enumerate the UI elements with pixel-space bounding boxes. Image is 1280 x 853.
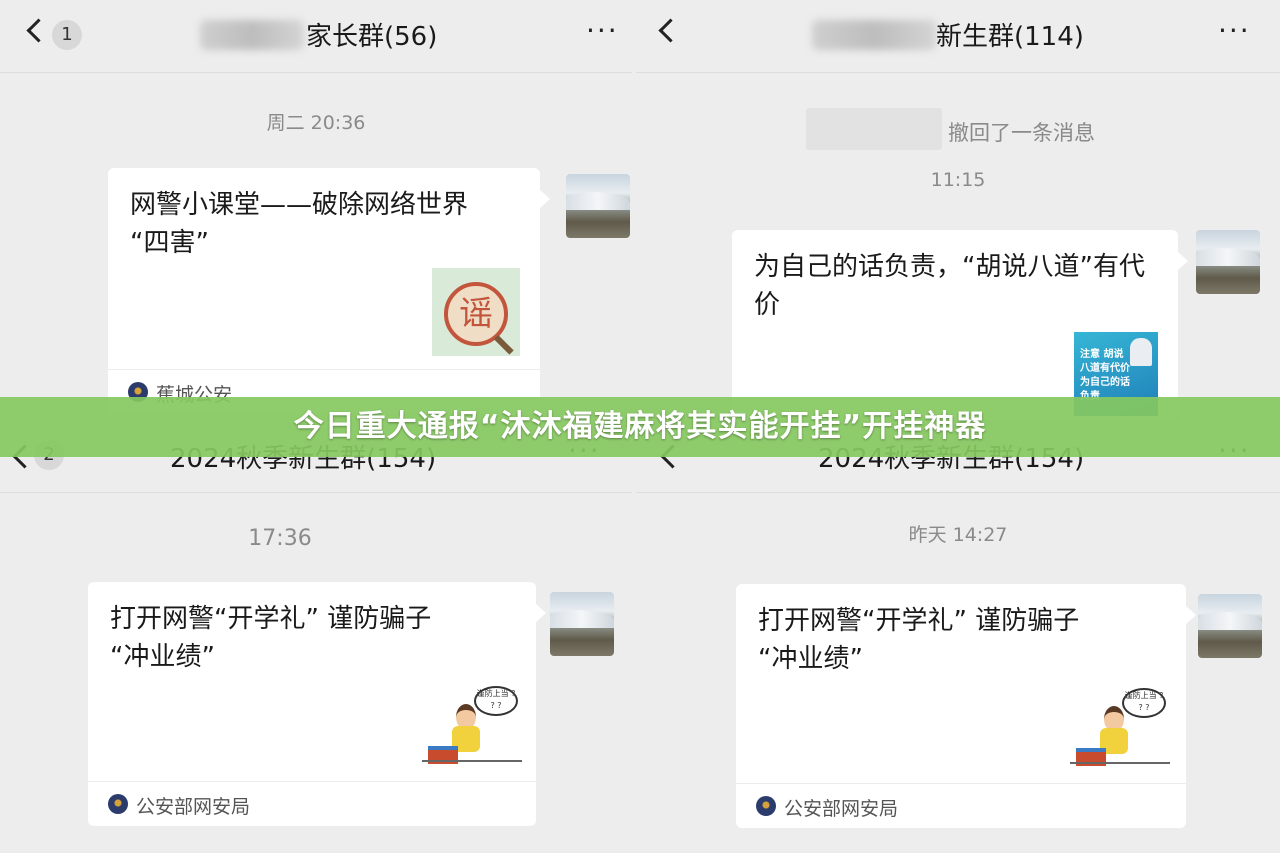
back-arrow-icon[interactable] xyxy=(26,18,51,43)
more-options-icon[interactable]: ··· xyxy=(1218,14,1251,47)
article-thumbnail: 谨防上当 ? ? ? xyxy=(422,686,522,770)
officer-figure xyxy=(1130,338,1152,366)
police-badge-icon xyxy=(108,794,128,814)
magnifier-handle xyxy=(493,334,514,355)
thumbnail-caption: 注意 胡说八道有代价 为自己的话负责 xyxy=(1080,349,1130,402)
article-thumbnail: 谨防上当 ? ? ? xyxy=(1070,688,1170,772)
blurred-group-prefix xyxy=(200,20,304,50)
article-source: 公安部网安局 xyxy=(88,781,536,826)
chat-panel-autumn-freshman-group: 2 2024秋季新生群(154) ··· 17:36 打开网警“开学礼” 谨防骗… xyxy=(0,426,632,853)
headline-banner: 今日重大通报“沐沐福建麻将其实能开挂”开挂神器 xyxy=(0,397,1280,457)
article-title: 打开网警“开学礼” 谨防骗子 “冲业绩” xyxy=(758,606,1080,674)
sender-avatar[interactable] xyxy=(1196,230,1260,294)
chat-panel-freshman-group: 新生群(114) ··· 撤回了一条消息 11:15 为自己的话负责，“胡说八道… xyxy=(636,0,1280,426)
chat-header: 1 家长群(56) ··· xyxy=(0,0,632,73)
unread-badge: 1 xyxy=(52,20,82,50)
message-timestamp: 周二 20:36 xyxy=(266,112,366,134)
sender-avatar[interactable] xyxy=(1198,594,1262,658)
police-badge-icon xyxy=(756,796,776,816)
sender-avatar[interactable] xyxy=(550,592,614,656)
message-timestamp: 11:15 xyxy=(930,169,986,191)
article-title: 网警小课堂——破除网络世界 “四害” xyxy=(130,190,469,258)
article-card[interactable]: 打开网警“开学礼” 谨防骗子 “冲业绩” 谨防上当 ? ? ? 公安部网安局 xyxy=(88,582,546,826)
chat-header: 新生群(114) ··· xyxy=(636,0,1280,73)
article-title: 为自己的话负责，“胡说八道”有代 价 xyxy=(754,252,1145,320)
article-card[interactable]: 为自己的话负责，“胡说八道”有代 价 注意 胡说八道有代价 为自己的话负责 xyxy=(732,230,1188,420)
source-name: 公安部网安局 xyxy=(136,796,251,818)
recall-notice: 撤回了一条消息 xyxy=(948,121,1095,145)
chat-title: 家长群(56) xyxy=(306,22,438,52)
article-source: 公安部网安局 xyxy=(736,783,1186,828)
blurred-recaller-name xyxy=(806,108,942,150)
article-thumbnail: 谣 xyxy=(432,268,520,356)
speech-bubble: 谨防上当 ? ? ? xyxy=(1122,688,1166,718)
blurred-group-prefix xyxy=(812,20,936,50)
more-options-icon[interactable]: ··· xyxy=(586,14,619,47)
chat-title: 新生群(114) xyxy=(936,22,1084,52)
back-arrow-icon[interactable] xyxy=(658,18,683,43)
sender-avatar[interactable] xyxy=(566,174,630,238)
source-name: 公安部网安局 xyxy=(784,798,899,820)
chat-panel-parents-group: 1 家长群(56) ··· 周二 20:36 网警小课堂——破除网络世界 “四害… xyxy=(0,0,632,426)
article-card[interactable]: 网警小课堂——破除网络世界 “四害” 谣 蕉城公安 xyxy=(108,168,550,414)
ground-line xyxy=(1070,762,1170,764)
speech-bubble: 谨防上当 ? ? ? xyxy=(474,686,518,716)
message-timestamp: 17:36 xyxy=(248,526,312,551)
chat-panel-autumn-freshman-group-2: 2024秋季新生群(154) ··· 昨天 14:27 打开网警“开学礼” 谨防… xyxy=(636,426,1280,853)
article-title: 打开网警“开学礼” 谨防骗子 “冲业绩” xyxy=(110,604,432,672)
message-timestamp: 昨天 14:27 xyxy=(908,524,1008,546)
article-card[interactable]: 打开网警“开学礼” 谨防骗子 “冲业绩” 谨防上当 ? ? ? 公安部网安局 xyxy=(736,584,1196,828)
ground-line xyxy=(422,760,522,762)
